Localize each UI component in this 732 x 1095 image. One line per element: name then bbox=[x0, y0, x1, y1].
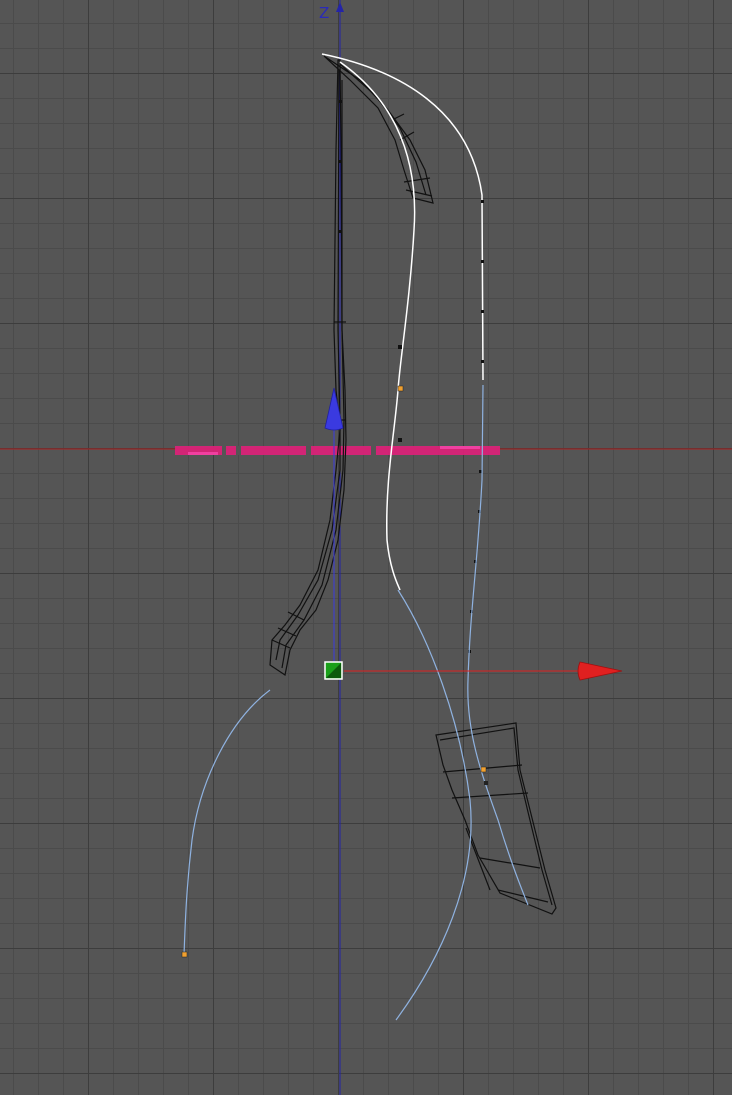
move-gizmo[interactable] bbox=[324, 387, 623, 681]
world-z-axis-arrow bbox=[336, 2, 344, 12]
3d-viewport[interactable]: Z bbox=[0, 0, 732, 1095]
point-handle bbox=[397, 385, 404, 392]
spline-control-dots bbox=[339, 100, 484, 653]
point-handle bbox=[480, 766, 487, 773]
unselected-splines[interactable] bbox=[183, 384, 529, 1021]
gizmo-x-arrow[interactable] bbox=[577, 661, 623, 681]
point-handle bbox=[484, 781, 488, 785]
viewport-canvas[interactable] bbox=[0, 0, 732, 1095]
point-handle bbox=[181, 951, 188, 958]
left-blade-wireframe[interactable] bbox=[269, 59, 347, 676]
lower-blade-wireframe[interactable] bbox=[435, 722, 557, 915]
